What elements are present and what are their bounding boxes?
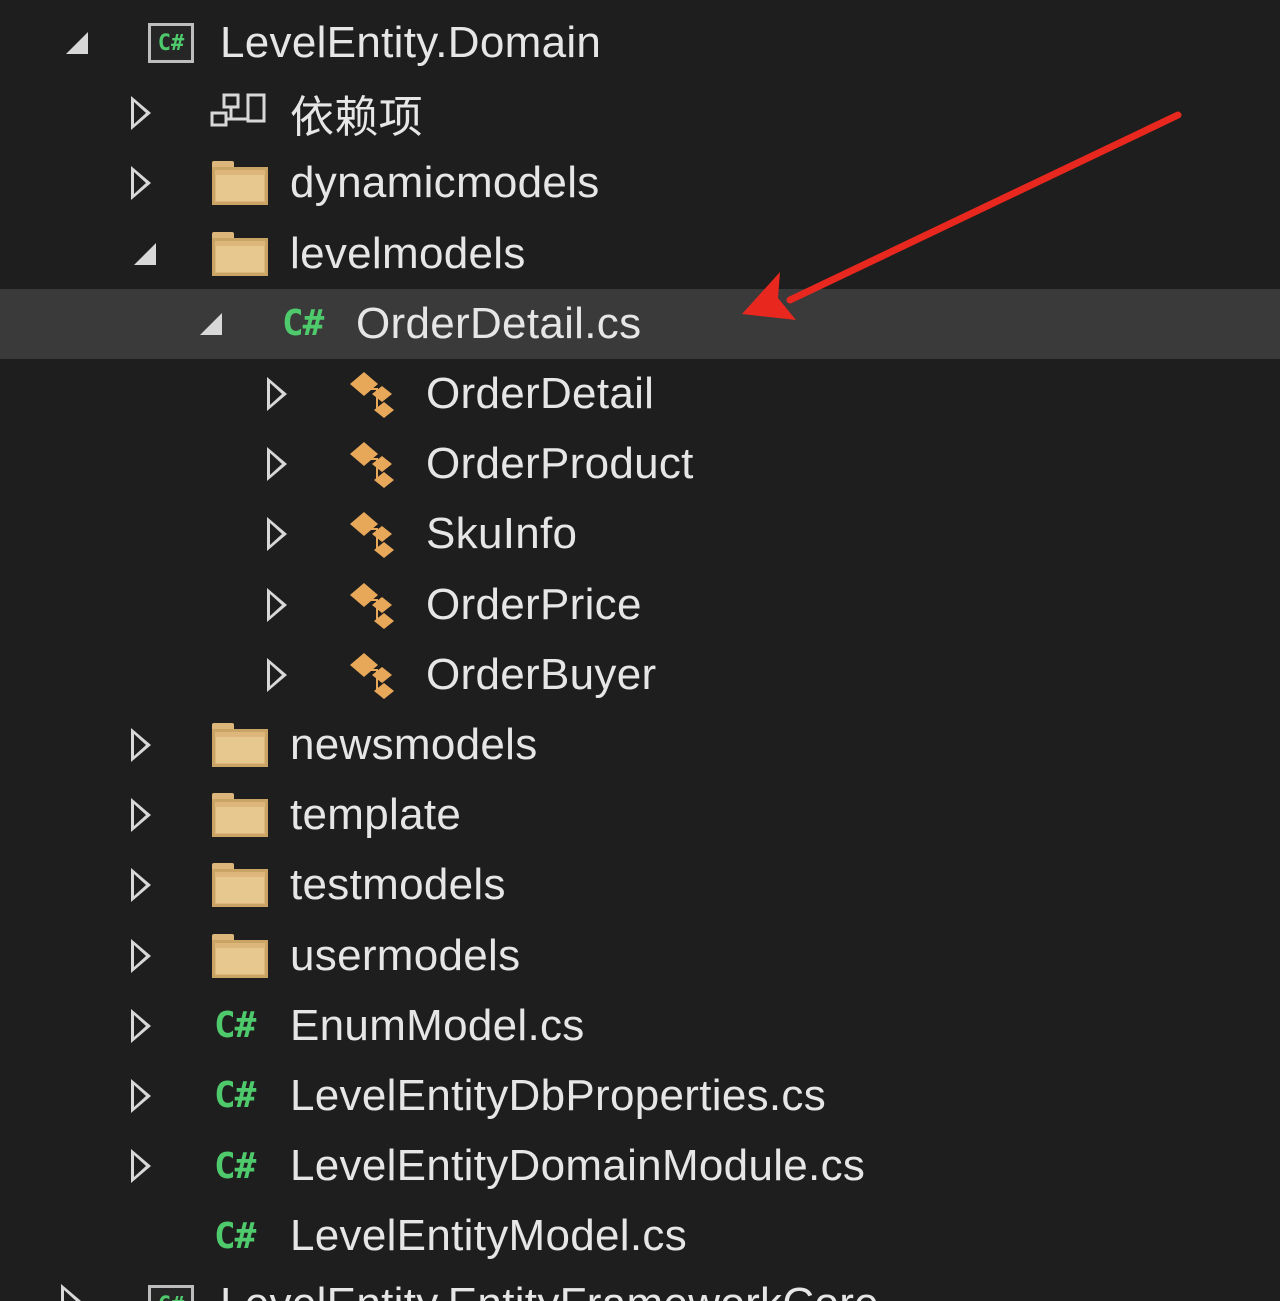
file-label: OrderDetail.cs: [356, 298, 642, 348]
tree-row-file[interactable]: C# LevelEntityDomainModule.cs: [0, 1131, 1280, 1201]
csharp-file-icon: C#: [214, 1005, 256, 1047]
class-label: OrderProduct: [426, 439, 694, 489]
file-label: EnumModel.cs: [290, 1000, 585, 1050]
folder-label: testmodels: [290, 860, 506, 910]
csharp-file-icon: C#: [214, 1215, 256, 1257]
class-label: OrderDetail: [426, 369, 655, 419]
csharp-file-icon: C#: [214, 1145, 256, 1187]
project-label: LevelEntity.EntityFrameworkCore: [220, 1279, 879, 1301]
expand-expander[interactable]: [126, 936, 156, 976]
file-label: LevelEntityModel.cs: [290, 1211, 687, 1261]
dependencies-label: 依赖项: [290, 93, 423, 143]
tree-row-class[interactable]: SkuInfo: [0, 499, 1280, 569]
tree-row-folder[interactable]: testmodels: [0, 850, 1280, 920]
tree-row-project[interactable]: C# LevelEntity.Domain: [0, 8, 1280, 78]
expand-expander[interactable]: [126, 93, 156, 133]
expand-expander[interactable]: [126, 1006, 156, 1046]
class-icon: [346, 577, 406, 633]
csharp-file-icon: C#: [282, 303, 324, 345]
tree-row-file[interactable]: C# LevelEntityDbProperties.cs: [0, 1061, 1280, 1131]
file-label: LevelEntityDbProperties.cs: [290, 1070, 827, 1120]
dependencies-icon: [210, 91, 270, 135]
folder-label: levelmodels: [290, 228, 526, 278]
expand-expander[interactable]: [126, 865, 156, 905]
folder-label: usermodels: [290, 930, 521, 980]
collapse-expander[interactable]: [130, 234, 160, 274]
expand-expander[interactable]: [262, 585, 292, 625]
class-label: OrderPrice: [426, 579, 642, 629]
tree-row-class[interactable]: OrderBuyer: [0, 640, 1280, 710]
expand-expander[interactable]: [262, 655, 292, 695]
expand-expander[interactable]: [262, 444, 292, 484]
expand-expander[interactable]: [56, 1281, 86, 1301]
folder-icon: [212, 933, 268, 978]
folder-icon: [212, 231, 268, 276]
folder-label: newsmodels: [290, 719, 538, 769]
folder-icon: [212, 793, 268, 838]
folder-icon: [212, 722, 268, 767]
folder-icon: [212, 863, 268, 908]
class-label: SkuInfo: [426, 509, 578, 559]
csharp-project-icon: C#: [148, 23, 194, 64]
tree-row-file[interactable]: C# EnumModel.cs: [0, 991, 1280, 1061]
class-icon: [346, 647, 406, 703]
tree-row-class[interactable]: OrderProduct: [0, 429, 1280, 499]
expand-expander[interactable]: [262, 514, 292, 554]
tree-row-class[interactable]: OrderPrice: [0, 570, 1280, 640]
tree-row-dependencies[interactable]: 依赖项: [0, 78, 1280, 148]
tree-row-folder[interactable]: newsmodels: [0, 710, 1280, 780]
tree-row-class[interactable]: OrderDetail: [0, 359, 1280, 429]
expand-expander[interactable]: [262, 374, 292, 414]
tree-row-folder[interactable]: dynamicmodels: [0, 148, 1280, 218]
folder-label: template: [290, 790, 462, 840]
expand-expander[interactable]: [126, 795, 156, 835]
expand-expander[interactable]: [126, 725, 156, 765]
collapse-expander[interactable]: [196, 304, 226, 344]
folder-label: dynamicmodels: [290, 158, 600, 208]
project-label: LevelEntity.Domain: [220, 18, 602, 68]
csharp-project-icon: C#: [148, 1285, 194, 1301]
tree-row-folder[interactable]: template: [0, 780, 1280, 850]
tree-row-file[interactable]: C# LevelEntityModel.cs: [0, 1201, 1280, 1271]
csharp-file-icon: C#: [214, 1075, 256, 1117]
tree-row-file-selected[interactable]: C# OrderDetail.cs: [0, 288, 1280, 359]
class-label: OrderBuyer: [426, 649, 657, 699]
folder-icon: [212, 161, 268, 206]
tree-row-folder[interactable]: levelmodels: [0, 219, 1280, 289]
expand-expander[interactable]: [126, 1076, 156, 1116]
class-icon: [346, 436, 406, 492]
collapse-expander[interactable]: [62, 23, 92, 63]
tree-row-project-next[interactable]: C# LevelEntity.EntityFrameworkCore: [0, 1271, 1280, 1301]
expand-expander[interactable]: [126, 163, 156, 203]
tree-row-folder[interactable]: usermodels: [0, 920, 1280, 990]
class-icon: [346, 506, 406, 562]
file-label: LevelEntityDomainModule.cs: [290, 1141, 866, 1191]
class-icon: [346, 366, 406, 422]
expand-expander[interactable]: [126, 1146, 156, 1186]
solution-explorer-tree: C# LevelEntity.Domain 依赖项 dynamicmodels …: [0, 8, 1280, 1301]
